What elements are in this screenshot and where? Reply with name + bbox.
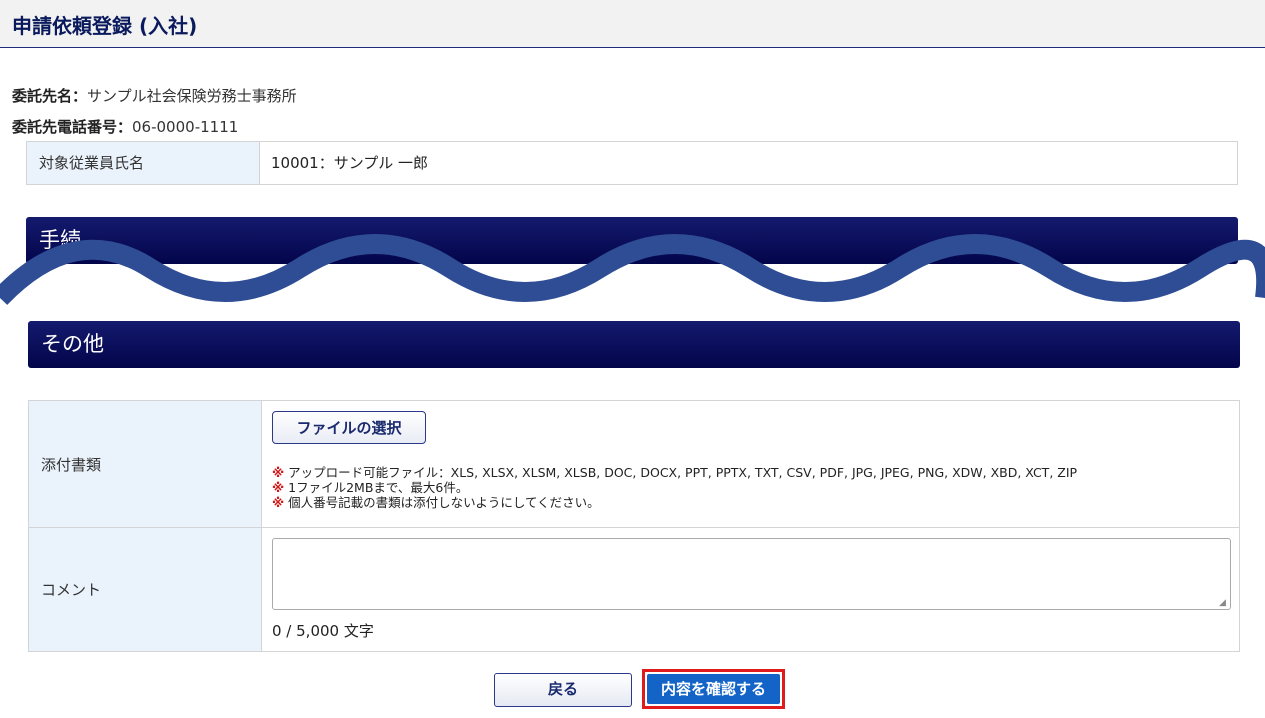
section-other: その他 xyxy=(28,321,1240,368)
contractor-phone: 委託先電話番号：06-0000-1111 xyxy=(12,116,238,137)
attachments-label: 添付書類 xyxy=(29,401,262,527)
employee-table: 対象従業員氏名 10001：サンプル 一郎 xyxy=(26,141,1238,185)
attachments-cell: ファイルの選択 ※ アップロード可能ファイル：XLS, XLSX, XLSM, X… xyxy=(262,401,1239,527)
note-mark: ※ xyxy=(272,480,285,495)
employee-value: 10001：サンプル 一郎 xyxy=(271,154,429,172)
comment-label: コメント xyxy=(29,528,262,651)
comment-row: コメント ◢ 0 / 5,000 文字 xyxy=(29,528,1239,651)
resize-grip-icon[interactable]: ◢ xyxy=(1219,598,1226,608)
note-mark: ※ xyxy=(272,495,285,510)
note-line: ※ 1ファイル2MBまで、最大6件。 xyxy=(272,480,1077,495)
comment-cell: ◢ 0 / 5,000 文字 xyxy=(262,528,1239,651)
contractor-name-label: 委託先名： xyxy=(12,87,88,105)
note-text: 個人番号記載の書類は添付しないようにしてください。 xyxy=(288,495,600,510)
attachment-notes: ※ アップロード可能ファイル：XLS, XLSX, XLSM, XLSB, DOC… xyxy=(272,465,1077,510)
page-title: 申請依頼登録 (入社) xyxy=(12,14,198,38)
note-text: アップロード可能ファイル：XLS, XLSX, XLSM, XLSB, DOC,… xyxy=(288,465,1078,480)
other-form-table: 添付書類 ファイルの選択 ※ アップロード可能ファイル：XLS, XLSX, XL… xyxy=(28,400,1240,652)
back-button[interactable]: 戻る xyxy=(494,673,632,707)
confirm-highlight: 内容を確認する xyxy=(642,669,785,709)
character-counter: 0 / 5,000 文字 xyxy=(272,622,374,640)
attachments-row: 添付書類 ファイルの選択 ※ アップロード可能ファイル：XLS, XLSX, XL… xyxy=(29,401,1239,528)
choose-file-button[interactable]: ファイルの選択 xyxy=(272,411,426,444)
note-line: ※ アップロード可能ファイル：XLS, XLSX, XLSM, XLSB, DOC… xyxy=(272,465,1077,480)
contractor-name: 委託先名：サンプル社会保険労務士事務所 xyxy=(12,85,297,106)
wave-divider xyxy=(0,234,1265,305)
page-header: 申請依頼登録 (入社) xyxy=(0,0,1265,48)
confirm-button[interactable]: 内容を確認する xyxy=(647,674,780,704)
contractor-name-value: サンプル社会保険労務士事務所 xyxy=(87,87,297,105)
comment-textarea[interactable] xyxy=(272,538,1231,610)
employee-label: 対象従業員氏名 xyxy=(27,142,260,184)
note-line: ※ 個人番号記載の書類は添付しないようにしてください。 xyxy=(272,495,1077,510)
note-text: 1ファイル2MBまで、最大6件。 xyxy=(288,480,469,495)
contractor-phone-value: 06-0000-1111 xyxy=(132,118,239,136)
contractor-phone-label: 委託先電話番号： xyxy=(12,118,133,136)
note-mark: ※ xyxy=(272,465,285,480)
